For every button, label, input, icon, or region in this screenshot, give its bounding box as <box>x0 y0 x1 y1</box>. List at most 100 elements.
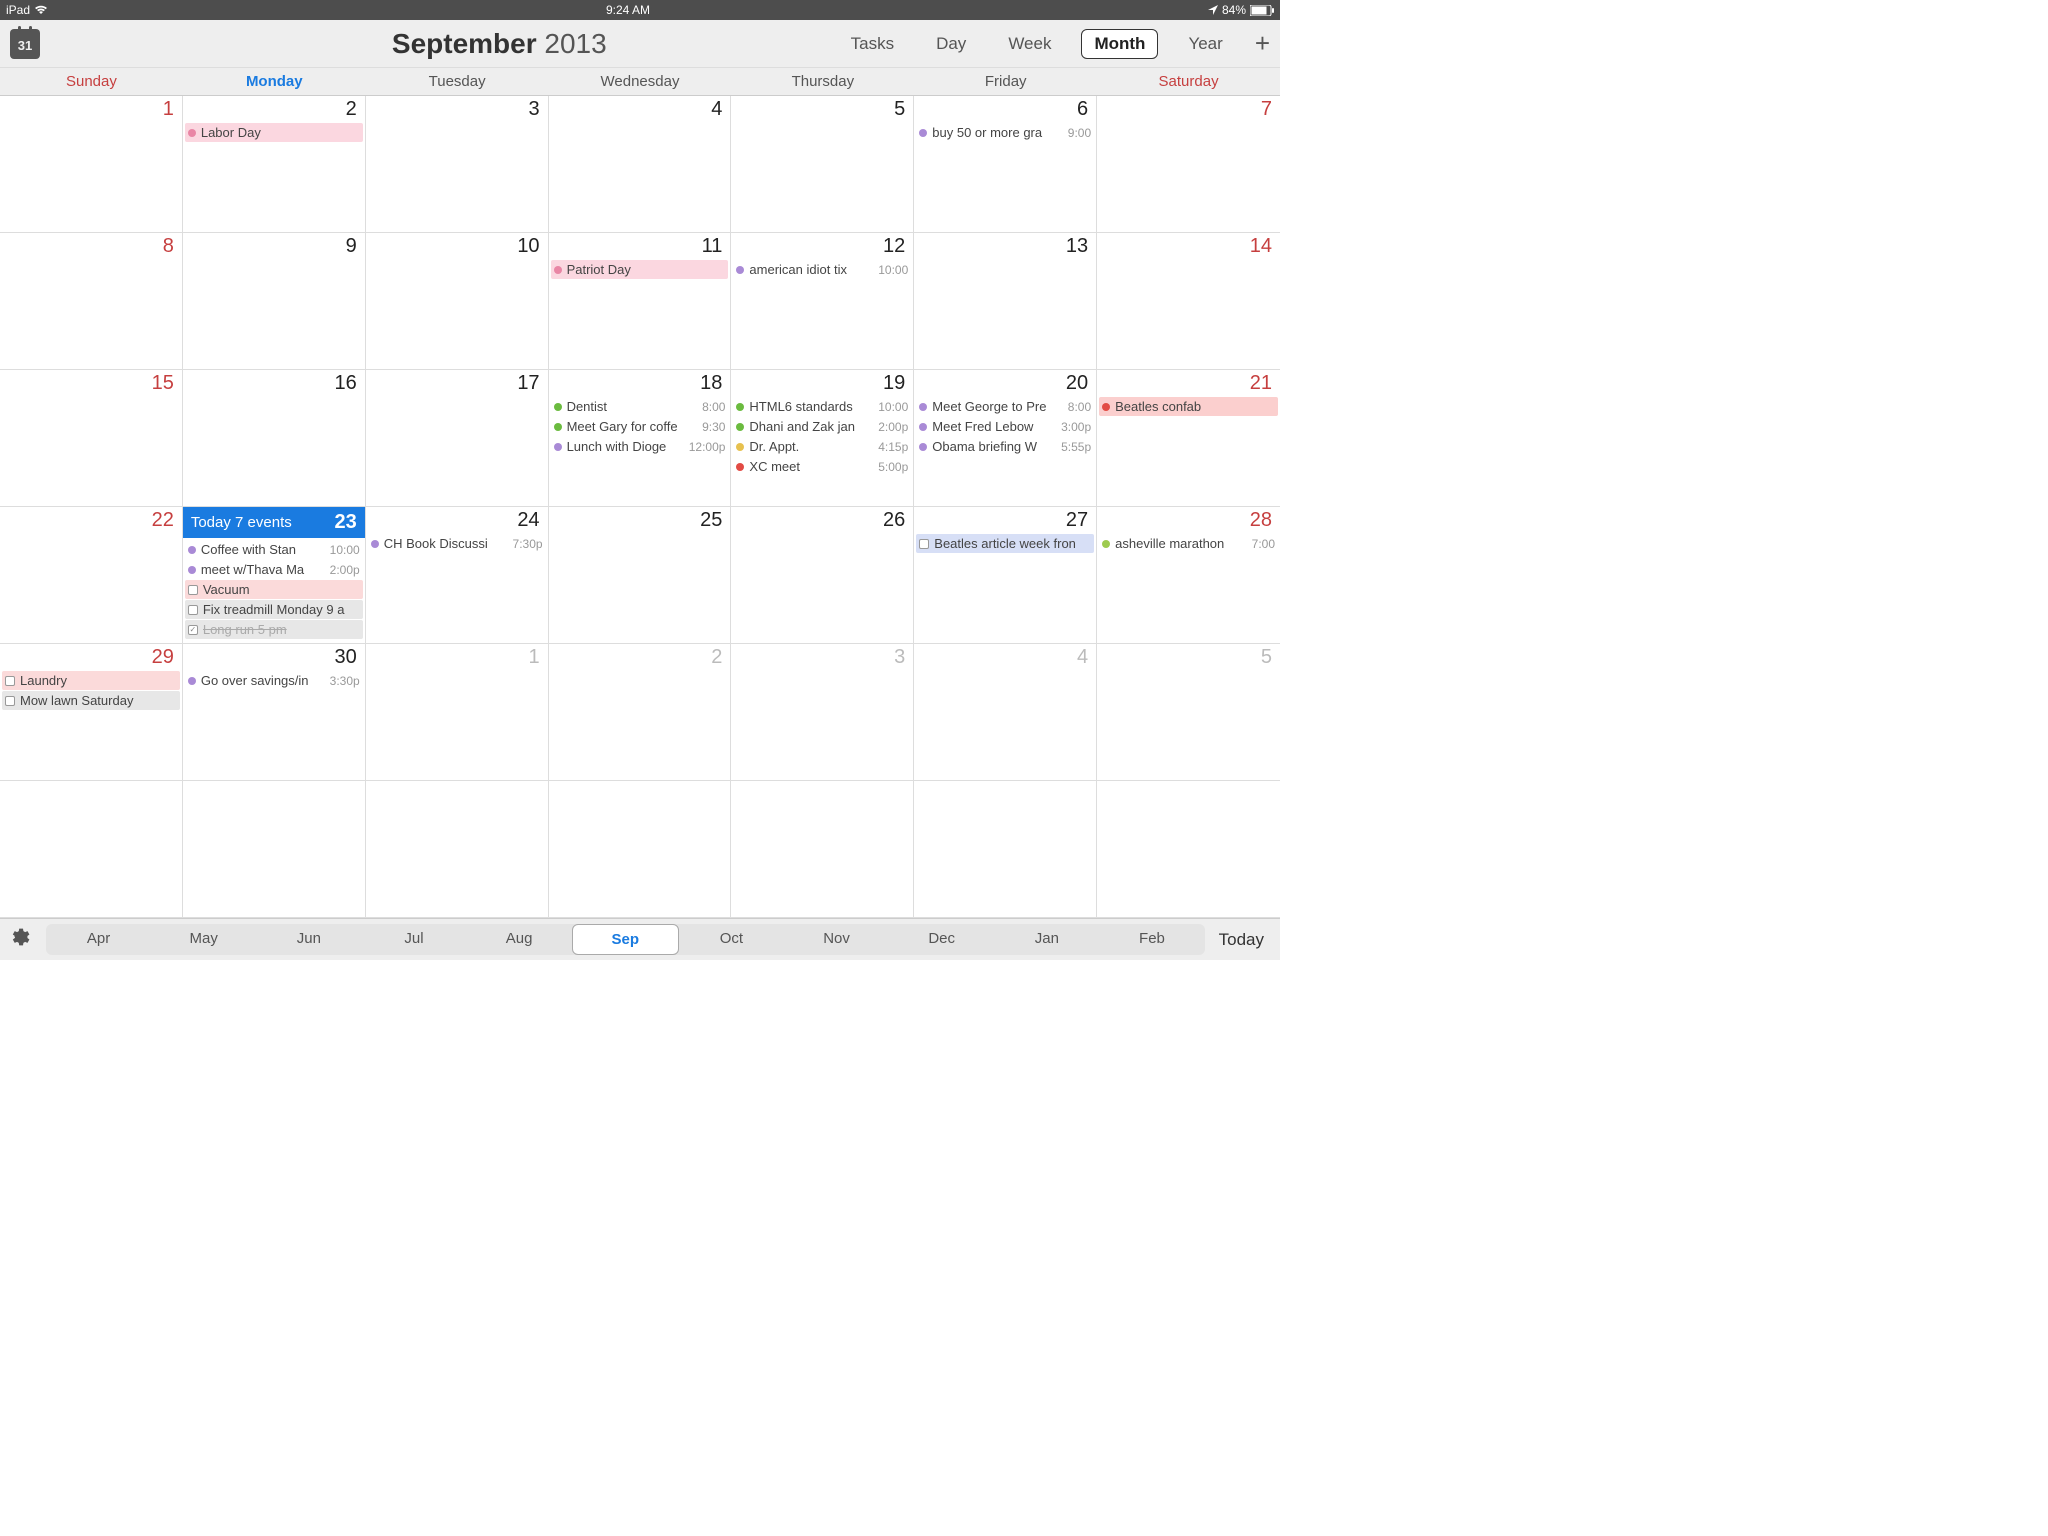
day-cell[interactable] <box>366 781 549 918</box>
event-item[interactable]: Fix treadmill Monday 9 a <box>185 600 363 619</box>
tab-year[interactable]: Year <box>1176 30 1234 58</box>
month-dec[interactable]: Dec <box>889 924 994 955</box>
event-item[interactable]: CH Book Discussi7:30p <box>368 534 546 553</box>
tab-tasks[interactable]: Tasks <box>839 30 906 58</box>
event-item[interactable]: Coffee with Stan10:00 <box>185 540 363 559</box>
day-cell[interactable]: 11Patriot Day <box>549 233 732 370</box>
day-cell[interactable]: 2 <box>549 644 732 781</box>
day-cell[interactable]: 6buy 50 or more gra9:00 <box>914 96 1097 233</box>
checkbox-icon[interactable] <box>5 676 15 686</box>
event-item[interactable]: Mow lawn Saturday <box>2 691 180 710</box>
day-cell[interactable]: 5 <box>1097 644 1280 781</box>
today-button[interactable]: Today <box>1213 930 1270 950</box>
month-aug[interactable]: Aug <box>467 924 572 955</box>
day-cell[interactable]: 14 <box>1097 233 1280 370</box>
tab-week[interactable]: Week <box>996 30 1063 58</box>
month-oct[interactable]: Oct <box>679 924 784 955</box>
event-item[interactable]: Dentist8:00 <box>551 397 729 416</box>
event-item[interactable]: Go over savings/in3:30p <box>185 671 363 690</box>
month-scroller[interactable]: AprMayJunJulAugSepOctNovDecJanFeb <box>46 924 1205 955</box>
event-item[interactable]: Dhani and Zak jan2:00p <box>733 417 911 436</box>
checkbox-icon[interactable] <box>188 585 198 595</box>
day-cell[interactable]: 29LaundryMow lawn Saturday <box>0 644 183 781</box>
day-cell[interactable]: 27Beatles article week fron <box>914 507 1097 644</box>
day-cell[interactable] <box>914 781 1097 918</box>
event-item[interactable]: Labor Day <box>185 123 363 142</box>
day-cell[interactable]: 28asheville marathon7:00 <box>1097 507 1280 644</box>
day-cell[interactable]: 3 <box>731 644 914 781</box>
month-jul[interactable]: Jul <box>361 924 466 955</box>
day-cell[interactable]: 2Labor Day <box>183 96 366 233</box>
event-item[interactable]: american idiot tix10:00 <box>733 260 911 279</box>
day-cell[interactable] <box>549 781 732 918</box>
event-item[interactable]: Laundry <box>2 671 180 690</box>
day-cell[interactable] <box>1097 781 1280 918</box>
page-title: September 2013 <box>50 28 839 60</box>
day-cell[interactable]: 20Meet George to Pre8:00Meet Fred Lebow3… <box>914 370 1097 507</box>
day-cell[interactable]: Today 7 events23Coffee with Stan10:00mee… <box>183 507 366 644</box>
event-item[interactable]: HTML6 standards10:00 <box>733 397 911 416</box>
event-dot-icon <box>188 677 196 685</box>
event-item[interactable]: Meet George to Pre8:00 <box>916 397 1094 416</box>
day-cell[interactable]: 18Dentist8:00Meet Gary for coffe9:30Lunc… <box>549 370 732 507</box>
event-dot-icon <box>371 540 379 548</box>
day-cell[interactable]: 10 <box>366 233 549 370</box>
day-cell[interactable]: 22 <box>0 507 183 644</box>
day-cell[interactable]: 25 <box>549 507 732 644</box>
day-cell[interactable] <box>731 781 914 918</box>
event-item[interactable]: XC meet5:00p <box>733 457 911 476</box>
event-item[interactable]: Beatles article week fron <box>916 534 1094 553</box>
day-cell[interactable]: 13 <box>914 233 1097 370</box>
day-cell[interactable]: 21Beatles confab <box>1097 370 1280 507</box>
day-cell[interactable]: 16 <box>183 370 366 507</box>
event-item[interactable]: buy 50 or more gra9:00 <box>916 123 1094 142</box>
checkbox-icon[interactable]: ✓ <box>188 625 198 635</box>
checkbox-icon[interactable] <box>188 605 198 615</box>
month-jan[interactable]: Jan <box>994 924 1099 955</box>
month-jun[interactable]: Jun <box>256 924 361 955</box>
day-cell[interactable]: 24CH Book Discussi7:30p <box>366 507 549 644</box>
event-item[interactable]: asheville marathon7:00 <box>1099 534 1278 553</box>
day-cell[interactable]: 1 <box>366 644 549 781</box>
event-dot-icon <box>736 463 744 471</box>
month-feb[interactable]: Feb <box>1099 924 1204 955</box>
event-item[interactable]: Patriot Day <box>551 260 729 279</box>
day-cell[interactable]: 15 <box>0 370 183 507</box>
add-button[interactable]: + <box>1255 28 1270 59</box>
event-item[interactable]: Dr. Appt.4:15p <box>733 437 911 456</box>
day-cell[interactable]: 1 <box>0 96 183 233</box>
month-nov[interactable]: Nov <box>784 924 889 955</box>
event-item[interactable]: Beatles confab <box>1099 397 1278 416</box>
event-item[interactable]: Vacuum <box>185 580 363 599</box>
checkbox-icon[interactable] <box>5 696 15 706</box>
event-item[interactable]: ✓Long run 5 pm <box>185 620 363 639</box>
day-cell[interactable]: 12american idiot tix10:00 <box>731 233 914 370</box>
day-cell[interactable]: 3 <box>366 96 549 233</box>
day-cell[interactable]: 5 <box>731 96 914 233</box>
event-item[interactable]: Obama briefing W5:55p <box>916 437 1094 456</box>
day-cell[interactable]: 9 <box>183 233 366 370</box>
day-cell[interactable] <box>0 781 183 918</box>
tab-day[interactable]: Day <box>924 30 978 58</box>
month-may[interactable]: May <box>151 924 256 955</box>
gear-icon[interactable] <box>10 927 30 953</box>
event-item[interactable]: Meet Gary for coffe9:30 <box>551 417 729 436</box>
event-item[interactable]: Meet Fred Lebow3:00p <box>916 417 1094 436</box>
checkbox-icon[interactable] <box>919 539 929 549</box>
tab-month[interactable]: Month <box>1081 29 1158 59</box>
month-apr[interactable]: Apr <box>46 924 151 955</box>
day-cell[interactable]: 4 <box>549 96 732 233</box>
day-cell[interactable]: 7 <box>1097 96 1280 233</box>
month-sep[interactable]: Sep <box>572 924 679 955</box>
day-cell[interactable]: 8 <box>0 233 183 370</box>
calendar-app-icon[interactable]: 31 <box>10 29 40 59</box>
day-cell[interactable]: 30Go over savings/in3:30p <box>183 644 366 781</box>
event-dot-icon <box>736 423 744 431</box>
day-cell[interactable]: 4 <box>914 644 1097 781</box>
event-item[interactable]: Lunch with Dioge12:00p <box>551 437 729 456</box>
day-cell[interactable] <box>183 781 366 918</box>
day-cell[interactable]: 26 <box>731 507 914 644</box>
day-cell[interactable]: 17 <box>366 370 549 507</box>
event-item[interactable]: meet w/Thava Ma2:00p <box>185 560 363 579</box>
day-cell[interactable]: 19HTML6 standards10:00Dhani and Zak jan2… <box>731 370 914 507</box>
